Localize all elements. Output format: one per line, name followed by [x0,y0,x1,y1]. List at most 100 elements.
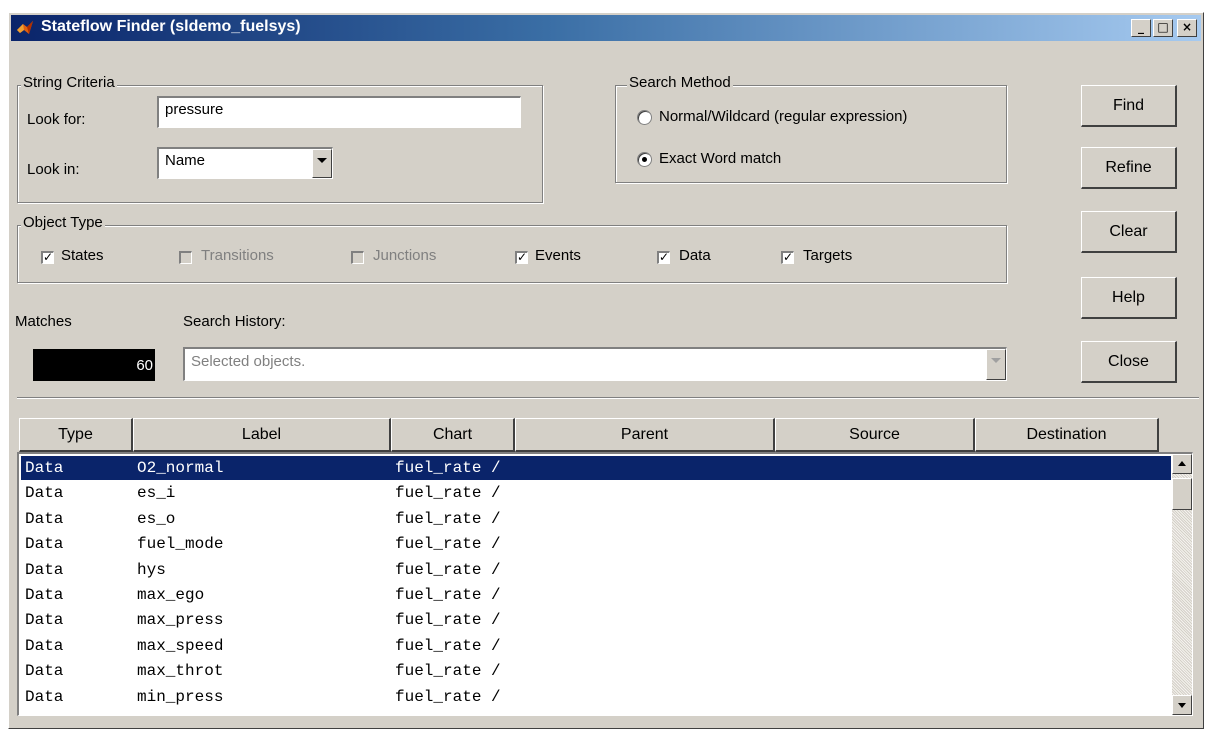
cell-chart: fuel_rate / [395,586,501,604]
search-method-legend: Search Method [627,74,733,91]
chevron-down-icon [317,158,327,163]
states-checkbox-label[interactable]: States [61,247,104,264]
search-method-group [615,85,1007,183]
cell-chart: fuel_rate / [395,535,501,554]
events-checkbox[interactable]: ✓ [515,251,528,264]
refine-button[interactable]: Refine [1081,147,1177,189]
minimize-button[interactable]: _ [1131,19,1151,37]
column-header-parent[interactable]: Parent [515,418,775,452]
cell-type: Data [25,636,64,655]
window-title: Stateflow Finder (sldemo_fuelsys) [41,18,301,35]
clear-button[interactable]: Clear [1081,211,1177,253]
normal-wildcard-radio[interactable] [637,110,652,125]
cell-chart: fuel_rate / [395,687,501,706]
exact-word-radio[interactable] [637,152,652,167]
column-header-label[interactable]: Label [133,418,391,452]
targets-checkbox-label[interactable]: Targets [803,247,852,264]
transitions-checkbox[interactable] [179,251,192,264]
cell-chart: fuel_rate / [395,459,501,477]
cell-type: Data [25,509,64,528]
title-bar[interactable]: Stateflow Finder (sldemo_fuelsys) _ □ × [11,15,1201,41]
cell-chart: fuel_rate / [395,560,501,579]
cell-type: Data [25,535,64,554]
table-row[interactable]: Data O2_normal fuel_rate / [21,456,1171,480]
targets-checkbox[interactable]: ✓ [781,251,794,264]
look-in-select[interactable]: Name [157,147,333,179]
column-header-destination[interactable]: Destination [975,418,1159,452]
table-row[interactable]: Data max_speed fuel_rate / [21,634,1171,658]
look-for-label: Look for: [27,111,86,128]
look-in-value: Name [165,152,206,169]
junctions-checkbox-label[interactable]: Junctions [373,247,436,264]
cell-type: Data [25,459,64,477]
cell-label: es_o [137,509,176,528]
table-row[interactable]: Data fuel_mode fuel_rate / [21,532,1171,556]
radio-selected-dot [642,157,647,162]
cell-label: fuel_mode [137,535,224,554]
table-row[interactable]: Data min_press fuel_rate / [21,685,1171,709]
matlab-logo-icon [17,21,33,34]
close-window-button[interactable]: × [1177,19,1197,37]
table-row[interactable]: Data max_throt fuel_rate / [21,659,1171,683]
cell-chart: fuel_rate / [395,662,501,681]
divider [17,397,1199,399]
scroll-up-button[interactable] [1172,454,1192,474]
transitions-checkbox-label[interactable]: Transitions [201,247,274,264]
table-row[interactable]: Data es_i fuel_rate / [21,481,1171,505]
object-type-group [17,225,1007,283]
column-header-chart[interactable]: Chart [391,418,515,452]
look-in-dropdown-button[interactable] [312,149,332,178]
look-for-input[interactable]: pressure [157,96,521,128]
cell-type: Data [25,586,64,604]
cell-label: max_ego [137,586,205,604]
exact-word-label[interactable]: Exact Word match [659,150,781,167]
column-header-source[interactable]: Source [775,418,975,452]
cell-chart: fuel_rate / [395,509,501,528]
data-checkbox-label[interactable]: Data [679,247,711,264]
states-checkbox[interactable]: ✓ [41,251,54,264]
cell-chart: fuel_rate / [395,484,501,503]
cell-type: Data [25,484,64,503]
cell-label: max_throt [137,662,224,681]
table-row[interactable]: Data es_o fuel_rate / [21,507,1171,531]
junctions-checkbox[interactable] [351,251,364,264]
object-type-legend: Object Type [21,214,105,231]
cell-type: Data [25,662,64,681]
events-checkbox-label[interactable]: Events [535,247,581,264]
cell-chart: fuel_rate / [395,611,501,630]
column-header-type[interactable]: Type [19,418,133,452]
search-history-label: Search History: [183,313,286,330]
cell-label: max_press [137,611,224,630]
table-row[interactable]: Data max_ego fuel_rate / [21,583,1171,607]
scroll-down-button[interactable] [1172,695,1192,715]
cell-type: Data [25,560,64,579]
normal-wildcard-label[interactable]: Normal/Wildcard (regular expression) [659,108,907,125]
matches-count: 60 [33,349,155,381]
scroll-thumb[interactable] [1172,478,1192,510]
data-checkbox[interactable]: ✓ [657,251,670,264]
table-row[interactable]: Data max_press fuel_rate / [21,608,1171,632]
matches-label: Matches [15,313,72,330]
search-history-select[interactable]: Selected objects. [183,347,1007,381]
search-history-value: Selected objects. [191,353,306,370]
arrow-up-icon [1178,461,1186,466]
look-in-label: Look in: [27,161,80,178]
cell-type: Data [25,611,64,630]
results-list[interactable]: Data O2_normal fuel_rate / Data es_i fuel_rat… [17,452,1193,716]
help-button[interactable]: Help [1081,277,1177,319]
maximize-button[interactable]: □ [1153,19,1173,37]
find-button[interactable]: Find [1081,85,1177,127]
stateflow-finder-window: Stateflow Finder (sldemo_fuelsys) _ □ × … [8,12,1204,729]
cell-label: min_press [137,687,224,706]
cell-label: max_speed [137,636,224,655]
cell-label: hys [137,560,166,579]
table-row[interactable]: Data hys fuel_rate / [21,558,1171,582]
chevron-down-icon [991,358,1001,363]
search-history-dropdown-button[interactable] [986,349,1006,380]
cell-chart: fuel_rate / [395,636,501,655]
arrow-down-icon [1178,703,1186,708]
cell-type: Data [25,687,64,706]
cell-label: es_i [137,484,176,503]
close-button[interactable]: Close [1081,341,1177,383]
vertical-scrollbar[interactable] [1172,454,1192,715]
